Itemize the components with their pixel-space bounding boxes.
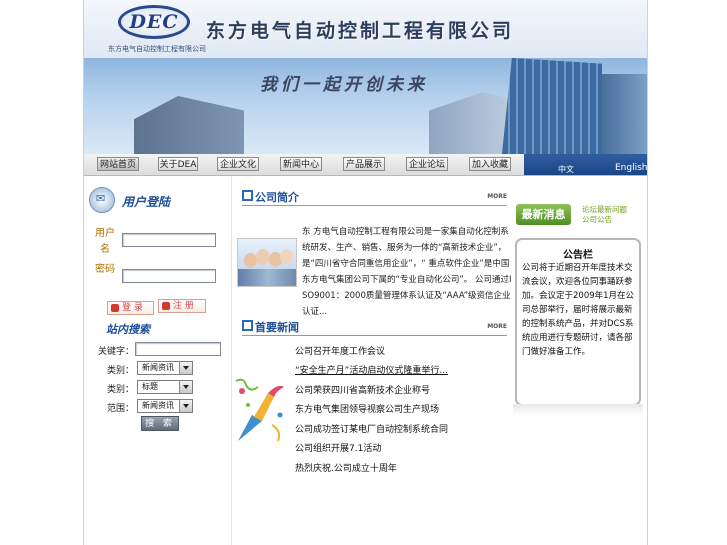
news-section-header: 首要新闻 MORE	[242, 319, 507, 336]
forum-latest-link[interactable]: 论坛最新问题	[582, 205, 627, 215]
password-input[interactable]	[122, 269, 216, 283]
search-type-value: 新闻资讯	[142, 363, 174, 372]
search-category-select[interactable]: 标题	[137, 380, 193, 394]
company-name: 东方电气自动控制工程有限公司	[206, 20, 515, 42]
news-item[interactable]: 公司荣获四川省高新技术企业称号	[295, 383, 430, 396]
search-field-select[interactable]: 新闻资讯	[137, 399, 193, 413]
news-more-link[interactable]: MORE	[487, 323, 507, 330]
building-image-tower	[502, 58, 602, 154]
logo-text: DEC	[129, 11, 179, 33]
confetti	[239, 388, 245, 394]
nav-forum[interactable]: 企业论坛	[406, 157, 448, 171]
section-marker-icon	[242, 190, 253, 201]
left-sidebar: 用户登陆 用户名 密码 登 录 注 册 站内搜索 关键字： 类别： 新闻资讯 类…	[84, 176, 232, 545]
search-button[interactable]: 搜 索	[141, 416, 179, 431]
news-item[interactable]: 公司成功签订某电厂自动控制系统合同	[295, 422, 448, 435]
news-title: 首要新闻	[255, 321, 299, 334]
company-logo[interactable]: DEC	[118, 5, 190, 39]
nav-news[interactable]: 新闻中心	[280, 157, 322, 171]
username-label: 用户名	[95, 228, 115, 255]
intro-section-header: 公司简介 MORE	[242, 189, 507, 206]
lang-chinese-link[interactable]: 中文	[558, 164, 574, 175]
search-category-value: 标题	[142, 382, 158, 391]
chevron-down-icon	[179, 381, 192, 393]
search-field-label: 范围：	[106, 404, 134, 414]
building-image-right	[602, 74, 647, 154]
intro-title: 公司简介	[255, 191, 299, 204]
latest-news-badge[interactable]: 最新消息	[516, 204, 571, 225]
search-keyword-label: 关键字：	[97, 347, 134, 357]
nav-home[interactable]: 网站首页	[97, 157, 139, 171]
nav-about[interactable]: 关于DEA	[158, 157, 198, 171]
search-category-label: 类别：	[106, 385, 134, 395]
company-intro-text: 东 方电气自动控制工程有限公司是一家集自动化控制系统研发、生产、销售、服务为一体…	[302, 227, 512, 317]
password-label: 密码	[95, 264, 115, 275]
banner-slogan: 我们一起开创未来	[260, 75, 428, 95]
intro-more-link[interactable]: MORE	[487, 193, 507, 200]
banner: 我们一起开创未来	[84, 58, 647, 154]
notice-body: 公司将于近期召开年度技术交流会议，欢迎各位同事踊跃参加。会议定于2009年1月在…	[522, 263, 635, 357]
logo-subtitle: 东方电气自动控制工程有限公司	[108, 45, 206, 53]
nav-favorite[interactable]: 加入收藏	[469, 157, 511, 171]
news-item[interactable]: 热烈庆祝.公司成立十周年	[295, 461, 397, 474]
search-type-label: 类别：	[106, 366, 134, 376]
login-button[interactable]: 登 录	[107, 301, 154, 315]
news-item[interactable]: 公司组织开展7.1活动	[295, 441, 381, 454]
user-login-icon	[89, 187, 115, 213]
photo-person	[280, 249, 293, 264]
site-search-title: 站内搜索	[106, 323, 150, 336]
company-photo	[237, 238, 297, 287]
news-item[interactable]: “安全生产月”活动启动仪式隆重举行...	[295, 363, 448, 376]
photo-person	[256, 249, 270, 265]
notice-title: 公告栏	[563, 250, 593, 261]
search-field-value: 新闻资讯	[142, 401, 174, 410]
search-type-select[interactable]: 新闻资讯	[137, 361, 193, 375]
news-item[interactable]: 东方电气集团领导视察公司生产现场	[295, 402, 439, 415]
username-input[interactable]	[122, 233, 216, 247]
page-container: DEC 东方电气自动控制工程有限公司 东方电气自动控制工程有限公司 我们一起开创…	[83, 0, 648, 545]
streamer	[271, 424, 281, 442]
chevron-down-icon	[179, 400, 192, 412]
notice-board: 公告栏 公司将于近期召开年度技术交流会议，欢迎各位同事踊跃参加。会议定于2009…	[515, 238, 641, 406]
nav-products[interactable]: 产品展示	[343, 157, 385, 171]
site-header: DEC 东方电气自动控制工程有限公司 东方电气自动控制工程有限公司	[84, 0, 647, 59]
notice-shadow	[513, 404, 643, 416]
confetti	[277, 412, 283, 418]
main-nav: 网站首页 关于DEA 企业文化 新闻中心 产品展示 企业论坛 加入收藏 中文 E…	[84, 154, 647, 176]
login-title: 用户登陆	[122, 195, 171, 209]
confetti	[246, 403, 250, 407]
nav-culture[interactable]: 企业文化	[217, 157, 259, 171]
chevron-down-icon	[179, 362, 192, 374]
section-marker-icon	[242, 320, 253, 331]
streamer	[235, 378, 259, 391]
photo-bodies	[238, 269, 296, 286]
company-notice-link[interactable]: 公司公告	[582, 215, 627, 225]
latest-links: 论坛最新问题 公司公告	[582, 205, 627, 225]
register-button[interactable]: 注 册	[158, 299, 206, 313]
news-item[interactable]: 公司召开年度工作会议	[295, 344, 385, 357]
party-horn-stripe	[254, 393, 274, 421]
celebration-image	[235, 378, 284, 442]
lang-english-link[interactable]: English	[615, 163, 647, 173]
search-keyword-input[interactable]	[135, 342, 221, 356]
building-image-left	[134, 96, 244, 154]
